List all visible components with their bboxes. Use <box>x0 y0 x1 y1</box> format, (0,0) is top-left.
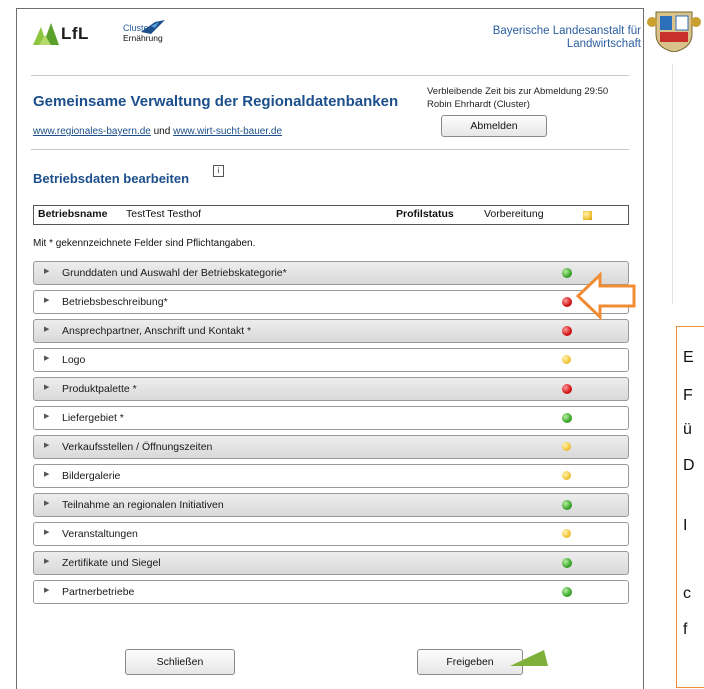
expand-arrow-icon: ▶ <box>44 384 50 391</box>
close-button[interactable]: Schließen <box>125 649 235 675</box>
expand-arrow-icon: ▶ <box>44 297 50 304</box>
status-green-icon <box>562 268 572 278</box>
accordion-section[interactable]: ▶ Produktpalette * <box>33 377 629 401</box>
link-joiner: und <box>150 126 174 137</box>
accordion-section[interactable]: ▶ Partnerbetriebe <box>33 580 629 604</box>
profile-status-value: Vorbereitung <box>484 208 544 220</box>
accordion-section-label: Veranstaltungen <box>62 528 138 540</box>
accordion-section-label: Verkaufsstellen / Öffnungszeiten <box>62 441 213 453</box>
side-divider <box>672 64 673 304</box>
accordion-section[interactable]: ▶ Veranstaltungen <box>33 522 629 546</box>
status-yellow-icon <box>562 471 571 480</box>
status-green-icon <box>562 587 572 597</box>
session-info: Verbleibende Zeit bis zur Abmeldung 29:5… <box>427 85 608 111</box>
cluster-bird-icon <box>141 20 165 37</box>
accordion-section-label: Bildergalerie <box>62 470 121 482</box>
header-divider <box>31 75 629 76</box>
accordion-section[interactable]: ▶ Ansprechpartner, Anschrift und Kontakt … <box>33 319 629 343</box>
expand-arrow-icon: ▶ <box>44 558 50 565</box>
accordion-section-label: Zertifikate und Siegel <box>62 557 161 569</box>
profile-status-icon[interactable] <box>583 209 592 221</box>
session-timeout: Verbleibende Zeit bis zur Abmeldung 29:5… <box>427 86 609 97</box>
session-user: Robin Ehrhardt (Cluster) <box>427 99 530 110</box>
expand-arrow-icon: ▶ <box>44 355 50 362</box>
title-divider <box>31 149 629 150</box>
expand-arrow-icon: ▶ <box>44 500 50 507</box>
accordion-section-label: Liefergebiet * <box>62 412 124 424</box>
side-note-letter: I <box>683 517 688 534</box>
release-highlight-icon <box>510 650 550 669</box>
expand-arrow-icon: ▶ <box>44 529 50 536</box>
required-fields-note: Mit * gekennzeichnete Felder sind Pflich… <box>33 238 256 249</box>
title-area: Gemeinsame Verwaltung der Regionaldatenb… <box>17 85 643 147</box>
profile-status-label: Profilstatus <box>396 208 454 220</box>
status-yellow-icon <box>562 529 571 538</box>
link-regionales-bayern[interactable]: www.regionales-bayern.de <box>33 126 151 137</box>
info-icon[interactable]: i <box>213 165 224 177</box>
expand-arrow-icon: ▶ <box>44 268 50 275</box>
status-green-icon <box>562 500 572 510</box>
accordion-section-label: Grunddaten und Auswahl der Betriebskateg… <box>62 267 287 279</box>
accordion-section-label: Ansprechpartner, Anschrift und Kontakt * <box>62 325 252 337</box>
side-note-letter: F <box>683 387 693 404</box>
profile-name-label: Betriebsname <box>38 208 108 220</box>
profile-bar: Betriebsname TestTest Testhof Profilstat… <box>33 205 629 225</box>
coat-of-arms-icon <box>646 8 702 53</box>
accordion-section[interactable]: ▶ Verkaufsstellen / Öffnungszeiten <box>33 435 629 459</box>
institution-name: Bayerische Landesanstalt für Landwirtsch… <box>493 25 641 51</box>
accordion-section-label: Betriebsbeschreibung* <box>62 296 168 308</box>
portal-links: www.regionales-bayern.de und www.wirt-su… <box>33 126 282 137</box>
institution-line1: Bayerische Landesanstalt für <box>492 25 641 37</box>
accordion-section[interactable]: ▶ Liefergebiet * <box>33 406 629 430</box>
page-title: Gemeinsame Verwaltung der Regionaldatenb… <box>33 93 399 110</box>
app-window: LfL Cluster Ernährung Bayerische Landesa… <box>16 8 644 689</box>
accordion-section[interactable]: ▶ Bildergalerie <box>33 464 629 488</box>
header: LfL Cluster Ernährung Bayerische Landesa… <box>17 9 643 75</box>
profile-name-value: TestTest Testhof <box>126 208 202 220</box>
status-green-icon <box>562 558 572 568</box>
lfl-logo-icon <box>33 23 61 45</box>
lfl-logo-text: LfL <box>61 24 89 43</box>
accordion-section[interactable]: ▶ Grunddaten und Auswahl der Betriebskate… <box>33 261 629 285</box>
institution-line2: Landwirtschaft <box>566 38 641 50</box>
side-note: E F ü D I c f <box>676 326 704 688</box>
link-wirt-sucht-bauer[interactable]: www.wirt-sucht-bauer.de <box>173 126 282 137</box>
status-warning-icon <box>583 211 592 220</box>
side-note-letter: D <box>683 457 695 474</box>
expand-arrow-icon: ▶ <box>44 326 50 333</box>
side-note-letter: f <box>683 621 688 638</box>
status-red-icon <box>562 384 572 394</box>
accordion-section-label: Produktpalette * <box>62 383 137 395</box>
logout-button[interactable]: Abmelden <box>441 115 547 137</box>
side-note-letter: E <box>683 349 694 366</box>
accordion-section-label: Partnerbetriebe <box>62 586 135 598</box>
expand-arrow-icon: ▶ <box>44 471 50 478</box>
status-red-icon <box>562 326 572 336</box>
accordion-section[interactable]: ▶ Logo <box>33 348 629 372</box>
accordion-section[interactable]: ▶ Betriebsbeschreibung* <box>33 290 629 314</box>
status-yellow-icon <box>562 355 571 364</box>
expand-arrow-icon: ▶ <box>44 442 50 449</box>
side-note-letter: c <box>683 585 691 602</box>
status-green-icon <box>562 413 572 423</box>
highlight-arrow-icon <box>575 271 638 323</box>
release-button[interactable]: Freigeben <box>417 649 523 675</box>
section-title: Betriebsdaten bearbeiten <box>33 171 190 186</box>
accordion-section[interactable]: ▶ Zertifikate und Siegel <box>33 551 629 575</box>
side-note-letter: ü <box>683 421 692 438</box>
accordion-section-label: Teilnahme an regionalen Initiativen <box>62 499 224 511</box>
status-red-icon <box>562 297 572 307</box>
expand-arrow-icon: ▶ <box>44 587 50 594</box>
expand-arrow-icon: ▶ <box>44 413 50 420</box>
accordion-section-label: Logo <box>62 354 86 366</box>
accordion-section[interactable]: ▶ Teilnahme an regionalen Initiativen <box>33 493 629 517</box>
status-yellow-icon <box>562 442 571 451</box>
